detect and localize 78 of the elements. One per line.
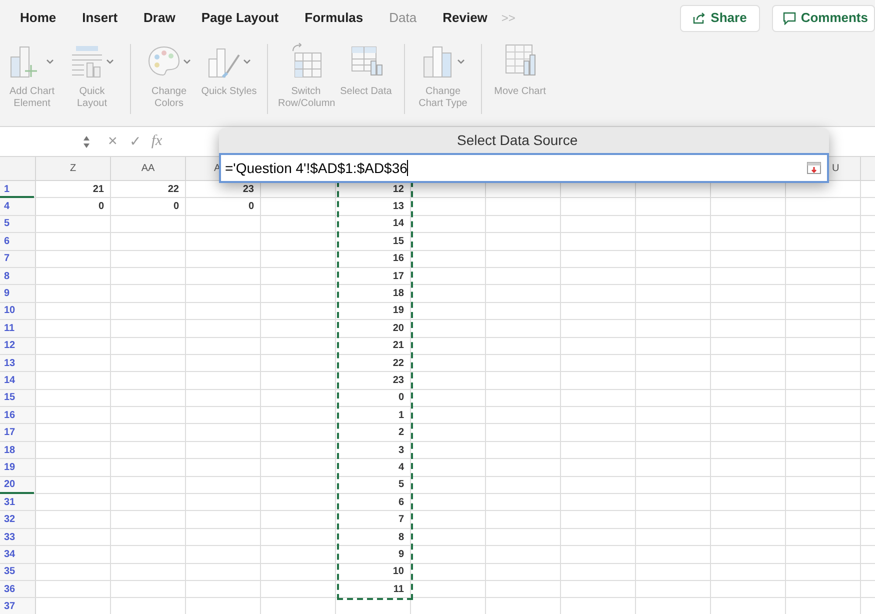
row-header[interactable]: 4 bbox=[0, 198, 36, 215]
spinner-icon[interactable] bbox=[83, 134, 90, 148]
table-cell: 21 bbox=[336, 338, 411, 354]
row-header[interactable]: 18 bbox=[0, 442, 36, 458]
table-cell: 22 bbox=[336, 354, 411, 372]
table-cell: 6 bbox=[336, 494, 411, 510]
comment-icon bbox=[782, 12, 796, 24]
row-header[interactable]: 35 bbox=[0, 564, 36, 580]
row-header[interactable]: 1 bbox=[0, 181, 36, 198]
row-header[interactable]: 12 bbox=[0, 338, 36, 354]
enter-button[interactable]: ✓ bbox=[129, 131, 142, 152]
ribbon-tab[interactable]: Draw bbox=[144, 8, 176, 28]
caret-icon bbox=[457, 58, 465, 64]
caret-icon bbox=[46, 58, 54, 64]
row-header[interactable]: 5 bbox=[0, 216, 36, 232]
table-cell: 11 bbox=[336, 580, 411, 598]
caret-icon bbox=[183, 58, 191, 64]
ribbon-tab[interactable]: Home bbox=[20, 8, 56, 28]
layout-icon bbox=[70, 43, 104, 79]
collapse-dialog-icon[interactable] bbox=[807, 162, 821, 174]
table-cell: 5 bbox=[336, 476, 411, 494]
column-header[interactable]: Z bbox=[36, 157, 111, 180]
ribbon-tab[interactable]: Page Layout bbox=[201, 8, 279, 28]
ribbon-tab[interactable]: Insert bbox=[82, 8, 118, 28]
table-cell: 13 bbox=[336, 198, 411, 215]
table-cell: 21 bbox=[36, 181, 111, 198]
row-header[interactable]: 37 bbox=[0, 598, 36, 614]
row-header[interactable]: 11 bbox=[0, 320, 36, 337]
table-cell: 19 bbox=[336, 302, 411, 320]
table-cell: 0 bbox=[36, 198, 111, 215]
table-cell: 7 bbox=[336, 511, 411, 528]
table-cell: 10 bbox=[336, 564, 411, 580]
share-icon bbox=[692, 12, 706, 24]
ribbon-tab[interactable]: Formulas bbox=[304, 8, 364, 28]
range-field[interactable]: ='Question 4'!$AD$1:$AD$36 bbox=[219, 153, 829, 183]
row-header[interactable]: 8 bbox=[0, 268, 36, 284]
row-header[interactable]: 9 bbox=[0, 285, 36, 302]
row-header[interactable]: 17 bbox=[0, 424, 36, 441]
table-cell: 23 bbox=[336, 372, 411, 389]
row-header[interactable]: 32 bbox=[0, 511, 36, 528]
table-cell: 2 bbox=[336, 424, 411, 441]
table-cell: 20 bbox=[336, 320, 411, 337]
table-cell: 0 bbox=[111, 198, 186, 215]
row-header[interactable]: 31 bbox=[0, 494, 36, 510]
dialog-title: Select Data Source bbox=[457, 131, 578, 150]
row-header[interactable]: 19 bbox=[0, 459, 36, 476]
ribbon-tab[interactable]: Review bbox=[442, 8, 488, 28]
share-button[interactable]: Share bbox=[680, 4, 760, 32]
table-cell: 8 bbox=[336, 528, 411, 546]
comments-button[interactable]: Comments bbox=[772, 4, 875, 32]
column-header[interactable]: AA bbox=[111, 157, 186, 180]
table-cell: 22 bbox=[111, 181, 186, 198]
table-cell: 15 bbox=[336, 233, 411, 250]
row-header[interactable]: 14 bbox=[0, 372, 36, 389]
row-header[interactable]: 16 bbox=[0, 407, 36, 424]
table-cell: 4 bbox=[336, 459, 411, 476]
table-cell: 16 bbox=[336, 250, 411, 267]
row-header[interactable]: 6 bbox=[0, 233, 36, 250]
cancel-button[interactable]: × bbox=[108, 130, 118, 154]
row-header[interactable]: 7 bbox=[0, 250, 36, 267]
table-cell: 17 bbox=[336, 268, 411, 284]
row-header[interactable]: 15 bbox=[0, 390, 36, 406]
row-header[interactable]: 36 bbox=[0, 580, 36, 598]
table-cell: 3 bbox=[336, 442, 411, 458]
table-cell: 0 bbox=[186, 198, 261, 215]
table-cell: 18 bbox=[336, 285, 411, 302]
table-cell: 14 bbox=[336, 216, 411, 232]
table-cell: 1 bbox=[336, 407, 411, 424]
caret-icon bbox=[243, 58, 251, 64]
row-header[interactable]: 34 bbox=[0, 546, 36, 563]
caret-icon bbox=[106, 58, 114, 64]
insert-function-button[interactable]: fx bbox=[151, 130, 162, 153]
row-header[interactable]: 10 bbox=[0, 302, 36, 320]
row-header[interactable]: 13 bbox=[0, 354, 36, 372]
row-header[interactable]: 33 bbox=[0, 528, 36, 546]
ribbon-tab[interactable]: Data bbox=[389, 8, 417, 28]
table-cell: 0 bbox=[336, 390, 411, 406]
table-cell: 9 bbox=[336, 546, 411, 563]
